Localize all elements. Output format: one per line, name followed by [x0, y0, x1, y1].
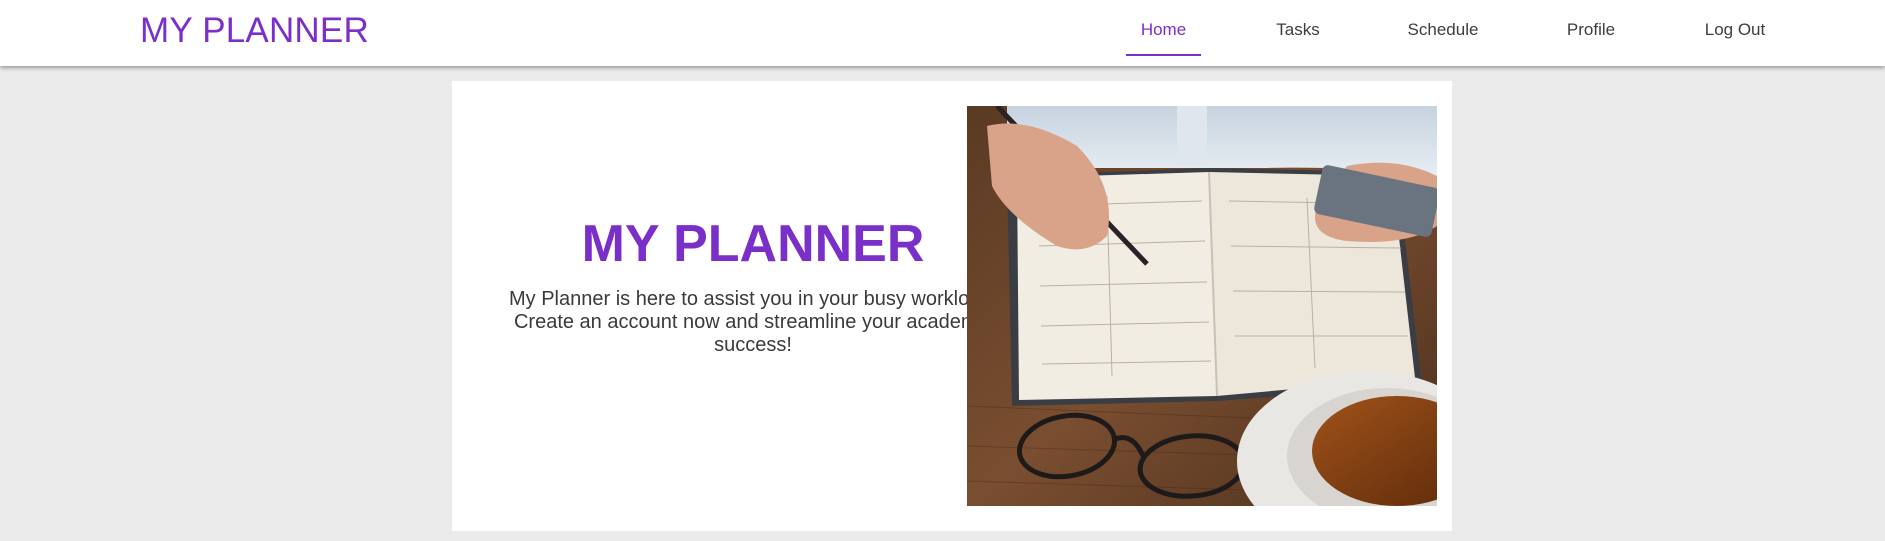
nav-item-tasks[interactable]: Tasks [1270, 0, 1326, 56]
main-nav: Home Tasks Schedule Profile Log Out [0, 0, 1885, 66]
nav-item-logout[interactable]: Log Out [1700, 0, 1770, 56]
hero-card: MY PLANNER My Planner is here to assist … [452, 81, 1452, 531]
planner-notebook-photo [967, 106, 1437, 506]
nav-item-home[interactable]: Home [1126, 0, 1201, 56]
nav-item-profile[interactable]: Profile [1563, 0, 1619, 56]
navbar: MY PLANNER Home Tasks Schedule Profile L… [0, 0, 1885, 66]
hero-description: My Planner is here to assist you in your… [509, 288, 997, 356]
nav-item-schedule[interactable]: Schedule [1405, 0, 1481, 56]
hero-title: MY PLANNER [581, 215, 925, 273]
